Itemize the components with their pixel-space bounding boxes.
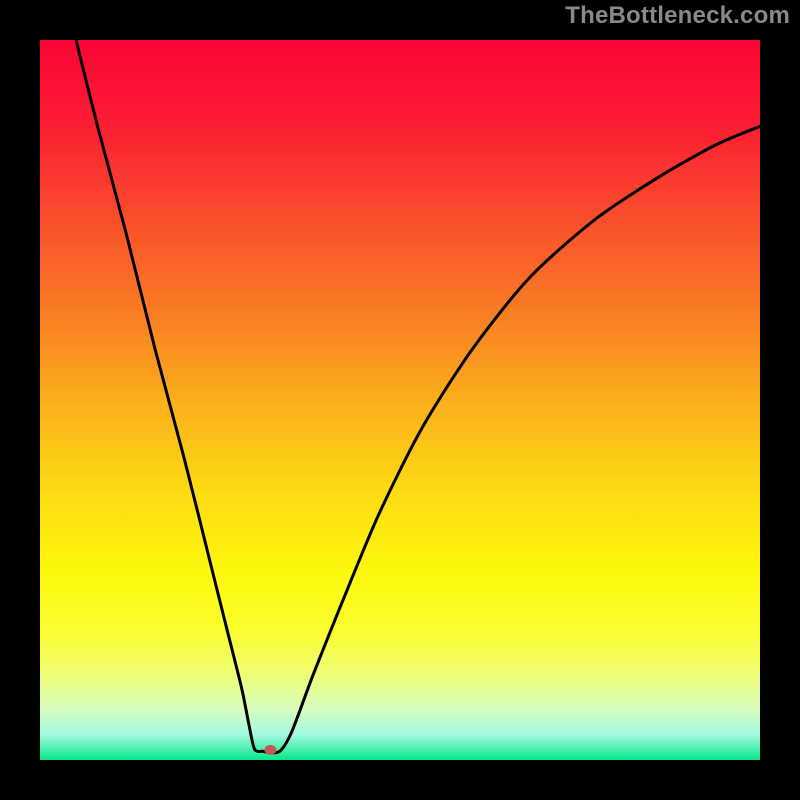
optimum-marker xyxy=(264,745,276,755)
gradient-background xyxy=(40,40,760,760)
chart-frame: TheBottleneck.com xyxy=(0,0,800,800)
watermark-text: TheBottleneck.com xyxy=(565,2,790,30)
bottleneck-chart xyxy=(40,40,760,760)
